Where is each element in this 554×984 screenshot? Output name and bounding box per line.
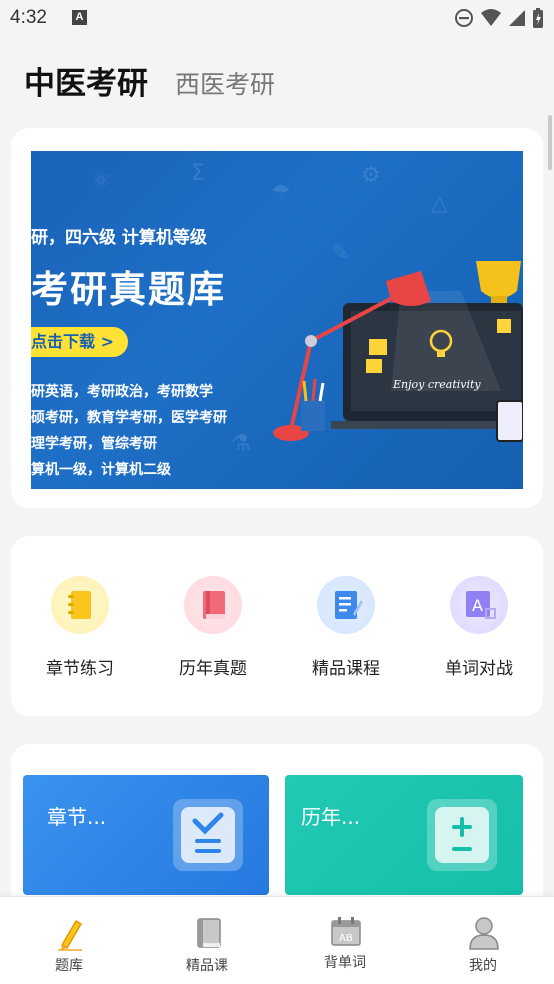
notification-badge-icon: A [72, 10, 87, 25]
letter-a-card-icon: A [450, 576, 508, 634]
deco-icon: Σ [191, 161, 205, 186]
header: 中医考研 西医考研 [0, 38, 554, 128]
svg-text:A: A [472, 596, 483, 615]
tab-western-medicine-exam[interactable]: 西医考研 [175, 65, 275, 101]
pencil-icon [58, 919, 83, 951]
deco-icon: ☂ [271, 181, 291, 206]
menu-label: 单词对战 [445, 659, 513, 679]
tab-label: 精品课 [186, 958, 228, 974]
tile-label: 章节... [47, 805, 107, 829]
calendar-ab-icon: AB [331, 917, 361, 946]
document-edit-icon [317, 576, 375, 634]
feature-menu: 章节练习 历年真题 精品课程 A 单词对战 [11, 536, 543, 716]
tab-label: 题库 [55, 958, 83, 974]
deco-icon: ⚛ [91, 169, 111, 194]
menu-item-word-battle[interactable]: A 单词对战 [424, 576, 534, 686]
do-not-disturb-icon [455, 9, 473, 27]
banner-line-4: 硕考研，教育学考研，医学考研 [31, 410, 227, 426]
banner-carousel[interactable]: ⚛ Σ ☂ ⚙ △ ✎ ⚗ 研，四六级 计算机等级 考研真题库 点击下载 > 研… [31, 151, 523, 489]
status-time: 4:32 [10, 7, 47, 28]
tile-chapter[interactable]: 章节... [23, 775, 269, 895]
notebook-icon [51, 576, 109, 634]
tab-vocabulary[interactable]: AB 背单词 [276, 897, 414, 984]
menu-label: 精品课程 [312, 659, 380, 679]
scrollbar[interactable] [548, 115, 552, 170]
tile-label: 历年... [301, 805, 361, 829]
status-bar: 4:32 A [0, 0, 554, 38]
battery-icon [533, 8, 543, 28]
menu-item-premium-courses[interactable]: 精品课程 [291, 576, 401, 686]
tab-question-bank[interactable]: 题库 [0, 897, 138, 984]
banner-card: ⚛ Σ ☂ ⚙ △ ✎ ⚗ 研，四六级 计算机等级 考研真题库 点击下载 > 研… [11, 128, 543, 508]
tab-label: 我的 [469, 958, 497, 974]
tab-profile[interactable]: 我的 [414, 897, 552, 984]
plus-minus-icon [427, 799, 497, 871]
signal-icon [509, 10, 525, 26]
practice-tiles-card: 章节... 历年... [11, 744, 543, 914]
menu-item-chapter-practice[interactable]: 章节练习 [25, 576, 135, 686]
tab-label: 背单词 [324, 955, 366, 971]
user-icon [469, 917, 499, 950]
tile-past-years[interactable]: 历年... [285, 775, 523, 895]
wifi-icon [481, 9, 501, 26]
monitor-text: Enjoy creativity [392, 378, 481, 391]
books-icon [197, 918, 221, 948]
tab-tcm-exam[interactable]: 中医考研 [24, 58, 148, 103]
menu-label: 历年真题 [179, 659, 247, 679]
banner-line-5: 理学考研，管综考研 [31, 436, 157, 452]
menu-item-past-exams[interactable]: 历年真题 [158, 576, 268, 686]
banner-line-1: 研，四六级 计算机等级 [31, 228, 207, 248]
tab-premium-courses[interactable]: 精品课 [138, 897, 276, 984]
deco-icon: ⚗ [231, 431, 251, 456]
menu-label: 章节练习 [46, 659, 114, 679]
download-button[interactable]: 点击下载 > [31, 327, 128, 357]
svg-text:AB: AB [339, 933, 353, 944]
banner-line-3: 研英语，考研政治，考研数学 [31, 384, 213, 400]
banner-line-6: 算机一级，计算机二级 [31, 462, 171, 478]
deco-icon: △ [431, 191, 448, 216]
banner-headline: 考研真题库 [31, 268, 226, 311]
status-icons [454, 7, 544, 29]
bottom-tab-bar: 题库 精品课 AB 背单词 我的 [0, 896, 554, 984]
book-icon [184, 576, 242, 634]
deco-icon: ⚙ [361, 163, 381, 188]
checklist-icon [173, 799, 243, 871]
desk-illustration: Enjoy creativity [273, 261, 523, 442]
